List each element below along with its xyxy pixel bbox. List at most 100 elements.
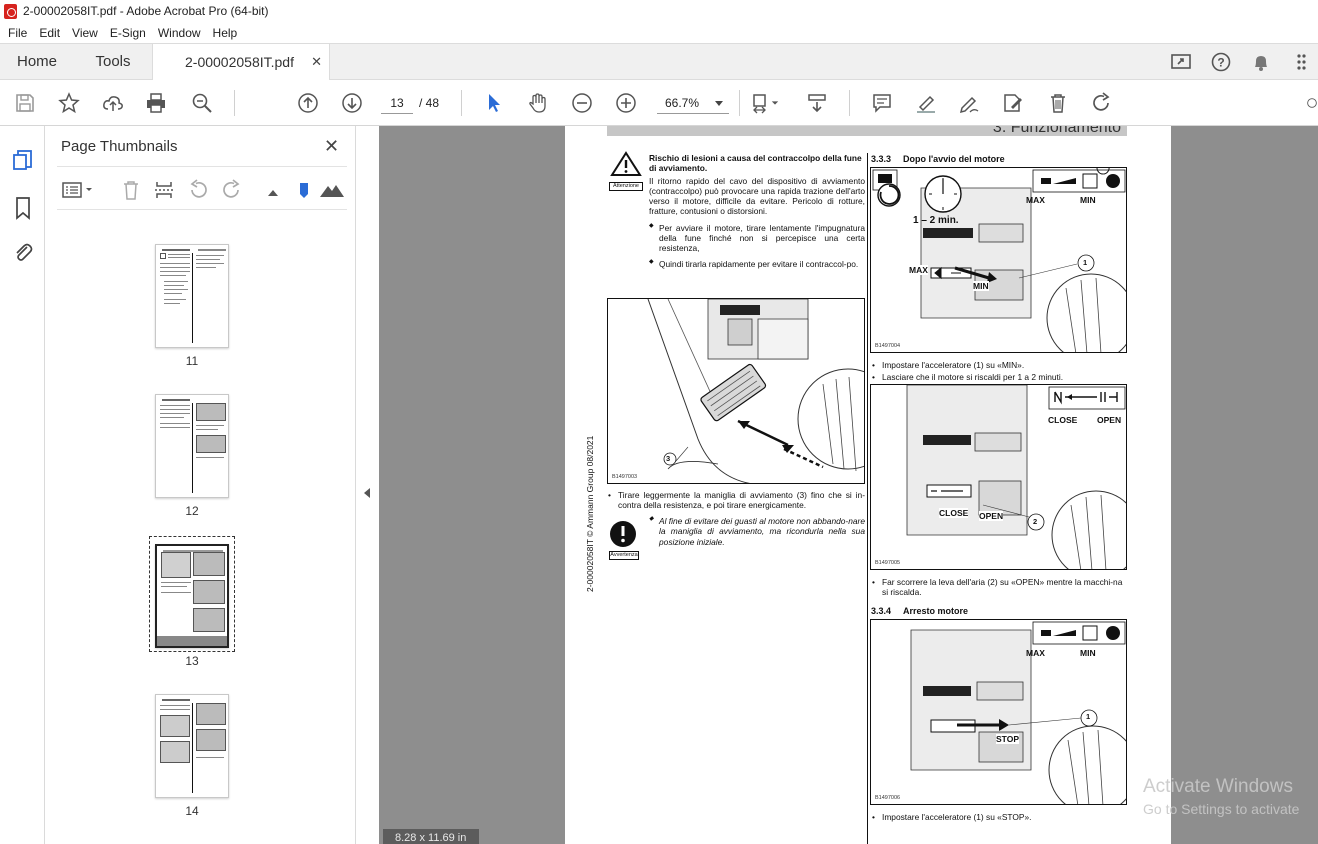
page-total: / 48 (419, 96, 440, 110)
section-title: Dopo l'avvio del motore (903, 154, 1005, 164)
collapse-panel-arrow-icon[interactable] (364, 488, 370, 498)
toolbar-separator (849, 90, 850, 116)
lever-close-label: CLOSE (939, 508, 969, 519)
next-page-icon[interactable] (340, 91, 364, 115)
attachments-paperclip-icon[interactable] (11, 240, 35, 264)
bookmarks-icon[interactable] (11, 196, 35, 220)
panel-splitter[interactable] (355, 126, 379, 844)
instruction-step: Impostare l'acceleratore (1) su «MIN». (871, 360, 1127, 371)
tab-home[interactable]: Home (0, 44, 74, 79)
toolbar-separator (739, 90, 740, 116)
choke-close-label: CLOSE (1048, 415, 1078, 425)
menu-window[interactable]: Window (154, 26, 205, 40)
thumbnail-label: 11 (185, 354, 199, 368)
navigation-rail (0, 126, 45, 844)
thumbnail-size-marker-icon[interactable] (293, 179, 315, 201)
warning-bullet: Quindi tirarla rapidamente per evitare i… (649, 259, 865, 269)
document-viewer[interactable]: 3. Funzionamento 2-00002058IT © Ammann G… (379, 126, 1318, 844)
rotate-clockwise-icon[interactable] (221, 179, 243, 201)
insert-page-icon[interactable] (153, 179, 175, 201)
page-header: 3. Funzionamento (992, 126, 1121, 136)
page-thumbnails-icon[interactable] (11, 148, 35, 172)
rotate-counterclockwise-icon[interactable] (187, 179, 209, 201)
thumbnail-page-selected[interactable] (155, 544, 229, 648)
figure-callout: 2 (1033, 517, 1038, 526)
bookmark-star-icon[interactable] (57, 91, 81, 115)
figure-throttle-min: 1 – 2 min. MAX MIN MAX MIN 1 B1497004 (870, 167, 1127, 353)
zoom-in-icon[interactable] (614, 91, 638, 115)
tab-document-label: 2-00002058IT.pdf (185, 54, 294, 70)
share-screen-icon[interactable] (1170, 51, 1192, 73)
figure-starter-handle: 3 B1497003 (607, 298, 865, 484)
zoom-search-icon[interactable] (190, 91, 214, 115)
tab-document[interactable]: 2-00002058IT.pdf ✕ (152, 44, 330, 80)
menu-esign[interactable]: E-Sign (106, 26, 150, 40)
lever-stop-label: STOP (996, 734, 1019, 745)
figure-choke-open: CLOSE OPEN CLOSE OPEN 2 B1497005 (870, 384, 1127, 570)
edit-pdf-icon[interactable] (1001, 91, 1025, 115)
menu-edit[interactable]: Edit (35, 26, 64, 40)
close-panel-icon[interactable]: ✕ (324, 136, 339, 157)
delete-page-icon[interactable] (120, 179, 142, 201)
tab-tools[interactable]: Tools (74, 44, 152, 79)
options-menu-icon[interactable] (61, 179, 95, 201)
menu-bar: File Edit View E-Sign Window Help (0, 22, 1318, 43)
section-number: 3.3.4 (871, 606, 892, 616)
choke-open-label: OPEN (1097, 415, 1122, 425)
zoom-out-icon[interactable] (570, 91, 594, 115)
highlight-pen-icon[interactable] (914, 91, 938, 115)
page-size-indicator: 8.28 x 11.69 in (383, 829, 479, 844)
thumbnail-label: 14 (185, 804, 199, 818)
figure-callout: 3 (666, 454, 671, 463)
section-heading: 3.3.4 Arresto motore (871, 606, 968, 617)
svg-text:?: ? (1217, 55, 1224, 69)
thumbnail-page[interactable] (155, 244, 229, 348)
previous-page-icon[interactable] (296, 91, 320, 115)
scroll-mode-icon[interactable] (805, 91, 829, 115)
notifications-bell-icon[interactable] (1250, 51, 1272, 73)
toolbar-separator (461, 90, 462, 116)
select-cursor-icon[interactable] (482, 91, 506, 115)
chevron-down-icon[interactable] (770, 91, 780, 115)
page-side-text: 2-00002058IT © Ammann Group 08/2021 (585, 435, 595, 592)
upload-cloud-icon[interactable] (101, 91, 125, 115)
zoom-level-select[interactable]: 66.7% (657, 92, 729, 114)
lever-open-label: OPEN (979, 511, 1004, 522)
menu-file[interactable]: File (4, 26, 31, 40)
section-heading: 3.3.3 Dopo l'avvio del motore (871, 154, 1005, 165)
main-toolbar: 13 / 48 66.7% (0, 80, 1318, 126)
print-icon[interactable] (144, 91, 168, 115)
more-tools-icon[interactable] (1306, 91, 1318, 115)
warning-label: Attenzione (609, 182, 643, 191)
figure-callout: 1 (1083, 258, 1088, 267)
instruction-step: Lasciare che il motore si riscaldi per 1… (871, 372, 1127, 383)
close-tab-icon[interactable]: ✕ (311, 54, 322, 70)
figure-id: B1497005 (875, 560, 901, 567)
pdf-page: 3. Funzionamento 2-00002058IT © Ammann G… (565, 126, 1171, 844)
thumbnail-smaller-icon[interactable] (263, 179, 285, 201)
instruction-step: Far scorrere la leva dell'aria (2) su «O… (871, 577, 1127, 598)
thumbnail-page[interactable] (155, 694, 229, 798)
engine-starter-illustration (608, 299, 864, 483)
apps-grid-icon[interactable] (1290, 51, 1312, 73)
notice-symbol: Avvertenza (609, 520, 639, 560)
page-number-input[interactable]: 13 (381, 92, 413, 114)
draw-freehand-icon[interactable] (957, 91, 981, 115)
windows-activation-subtext: Go to Settings to activate (1143, 801, 1300, 817)
thumbnail-larger-icon[interactable] (319, 179, 344, 201)
section-title: Arresto motore (903, 606, 969, 616)
toolbar-separator (234, 90, 235, 116)
help-icon[interactable]: ? (1210, 51, 1232, 73)
zoom-level-value: 66.7% (665, 96, 700, 110)
thumbnail-page[interactable] (155, 394, 229, 498)
thumbnail-label: 13 (185, 654, 199, 668)
redo-rotate-icon[interactable] (1090, 91, 1114, 115)
save-icon[interactable] (13, 91, 37, 115)
hand-tool-icon[interactable] (526, 91, 550, 115)
menu-view[interactable]: View (68, 26, 102, 40)
delete-trash-icon[interactable] (1046, 91, 1070, 115)
lever-min-label: MIN (973, 281, 989, 292)
notice-text: Al fine di evitare dei guasti al motore … (649, 516, 865, 547)
comment-icon[interactable] (870, 91, 894, 115)
menu-help[interactable]: Help (209, 26, 242, 40)
